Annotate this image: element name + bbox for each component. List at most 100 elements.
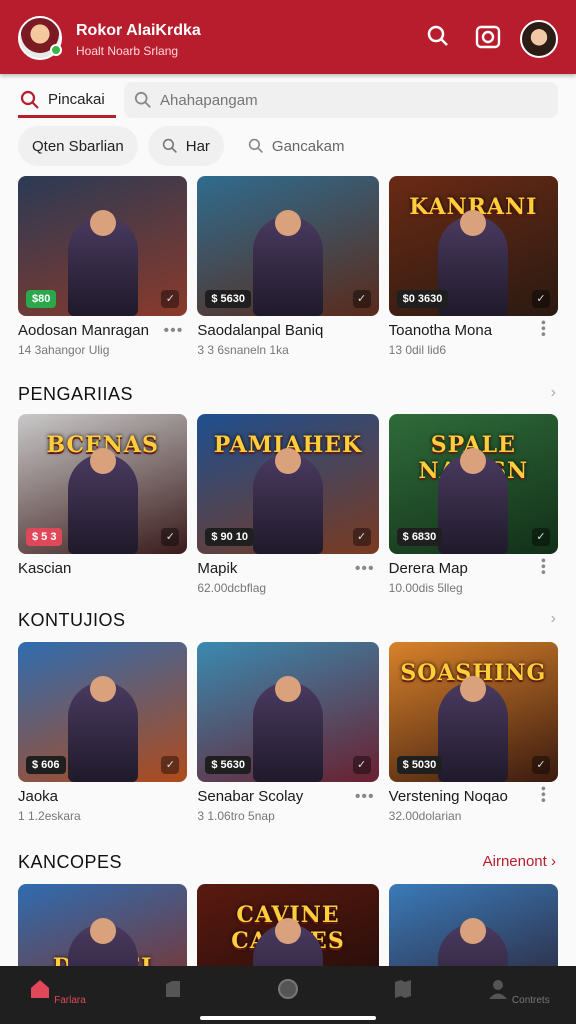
game-meta: Kascian [18, 554, 187, 608]
search-box[interactable] [124, 82, 558, 118]
game-title: Kascian [18, 560, 72, 577]
character-art [67, 676, 138, 782]
game-card[interactable]: KANRANI $0 3630 ✓ Toanotha Mona 13 0dil … [388, 176, 558, 370]
circle-icon [278, 979, 298, 999]
chip-label: Qten Sbarlian [32, 137, 124, 155]
game-card[interactable]: SPALE NANISN $ 6830 ✓ Derera Map 10.00di… [388, 414, 558, 608]
game-card[interactable]: $ 5630 ✓ Senabar Scolay 3 1.06tro 5nap •… [197, 642, 379, 836]
game-meta: Mapik 62.00dcbflag ••• [197, 554, 378, 608]
game-meta: Derera Map 10.00dis 5lleg ••• [389, 554, 558, 608]
search-icon [20, 90, 39, 109]
library-icon [165, 981, 180, 997]
game-title: Derera Map [388, 560, 468, 577]
price-badge: $ 6830 [396, 528, 443, 546]
game-thumbnail[interactable]: $ 5630 ✓ [197, 176, 379, 316]
price-badge: $ 90 10 [205, 528, 255, 546]
game-subtitle: 13 0dil lid6 [388, 343, 447, 357]
search-input[interactable] [160, 91, 540, 109]
bookmark-icon[interactable]: ✓ [352, 528, 371, 546]
more-icon[interactable]: ••• [355, 788, 375, 806]
character-art [438, 210, 509, 316]
game-subtitle: 32.00dolarian [388, 809, 462, 823]
game-title: Saodalanpal Baniq [197, 322, 324, 339]
price-badge: $80 [26, 290, 57, 308]
bookmark-icon[interactable]: ✓ [161, 528, 180, 546]
price-badge: $ 5030 [396, 756, 443, 774]
search-icon[interactable] [424, 24, 452, 52]
bookmark-icon[interactable]: ✓ [531, 528, 550, 546]
app-title: Rokor AlaiKrdka [76, 22, 201, 39]
game-thumbnail[interactable]: SPALE NANISN $ 6830 ✓ [388, 414, 558, 554]
bookmark-icon[interactable]: ✓ [161, 756, 180, 774]
price-badge: $ 5 3 [26, 528, 63, 546]
game-meta: Saodalanpal Baniq 3 3 6snaneln 1ka [197, 316, 378, 370]
game-subtitle: 14 3ahangor Ulig [18, 343, 110, 357]
game-card[interactable]: SOASHING $ 5030 ✓ Verstening Noqao 32.00… [388, 642, 558, 836]
chevron-right-icon[interactable]: › [551, 384, 556, 402]
nav-home[interactable]: Farlara [0, 966, 115, 1024]
app-logo[interactable] [18, 16, 62, 60]
game-meta: Jaoka 1 1.2eskara [18, 782, 187, 836]
see-all-label: Airnenont [482, 853, 547, 870]
price-badge: $ 606 [26, 756, 66, 774]
game-thumbnail[interactable]: $ 5630 ✓ [197, 642, 379, 782]
price-badge: $ 5630 [205, 756, 251, 774]
game-card[interactable]: $80 ✓ Aodosan Manragan 14 3ahangor Ulig … [18, 176, 188, 370]
game-row: $ 606 ✓ Jaoka 1 1.2eskara $ 5630 ✓ Senab… [18, 642, 558, 836]
bookmark-icon[interactable]: ✓ [531, 290, 550, 308]
game-thumbnail[interactable]: BCENAS $ 5 3 ✓ [18, 414, 188, 554]
game-title: Jaoka [18, 788, 59, 805]
tab-search[interactable]: Pincakai [18, 84, 116, 118]
game-subtitle: 3 3 6snaneln 1ka [197, 343, 289, 357]
app-bar: Rokor AlaiKrdka Hoalt Noarb Srlang [0, 0, 576, 74]
bookmark-icon[interactable]: ✓ [531, 756, 550, 774]
map-icon [395, 980, 412, 998]
search-icon [162, 138, 177, 153]
more-vertical-icon[interactable]: ••• [536, 786, 552, 804]
chevron-right-icon[interactable]: › [551, 610, 556, 628]
nav-label: Contrets [511, 995, 550, 1006]
see-all-link[interactable]: Airnenont › [483, 853, 556, 870]
more-vertical-icon[interactable]: ••• [536, 558, 552, 576]
character-art [252, 448, 323, 554]
game-thumbnail[interactable]: $80 ✓ [18, 176, 188, 316]
nav-label: Farlara [54, 995, 86, 1006]
section-title: PENGARIIAS [18, 384, 134, 404]
more-vertical-icon[interactable]: ••• [536, 320, 552, 338]
game-meta: Senabar Scolay 3 1.06tro 5nap ••• [197, 782, 378, 836]
game-row: $80 ✓ Aodosan Manragan 14 3ahangor Ulig … [18, 176, 558, 370]
filter-chips: Qten Sbarlian Har Gancakam [18, 126, 358, 166]
home-indicator [200, 1016, 376, 1020]
game-card[interactable]: BCENAS $ 5 3 ✓ Kascian [18, 414, 188, 608]
user-avatar[interactable] [520, 20, 558, 58]
chip-filter[interactable]: Gancakam [234, 126, 359, 166]
nav-profile[interactable]: Contrets [461, 966, 576, 1024]
profile-icon [489, 980, 508, 999]
game-thumbnail[interactable]: $ 606 ✓ [18, 642, 188, 782]
character-art [252, 676, 323, 782]
game-thumbnail[interactable]: PAMIAHEK $ 90 10 ✓ [197, 414, 379, 554]
camera-icon[interactable] [474, 24, 502, 52]
chip-label: Har [185, 137, 210, 155]
character-art [438, 676, 509, 782]
game-card[interactable]: $ 5630 ✓ Saodalanpal Baniq 3 3 6snaneln … [197, 176, 379, 370]
more-icon[interactable]: ••• [164, 322, 184, 340]
price-badge: $0 3630 [396, 290, 449, 308]
search-row: Pincakai [0, 80, 576, 120]
section-header: KANCOPES Airnenont › [18, 852, 558, 876]
bookmark-icon[interactable]: ✓ [352, 290, 371, 308]
character-art [67, 448, 138, 554]
bookmark-icon[interactable]: ✓ [161, 290, 180, 308]
online-indicator [50, 44, 62, 56]
bookmark-icon[interactable]: ✓ [352, 756, 371, 774]
chip-filter[interactable]: Qten Sbarlian [18, 126, 138, 166]
game-card[interactable]: $ 606 ✓ Jaoka 1 1.2eskara [18, 642, 188, 836]
game-card[interactable]: PAMIAHEK $ 90 10 ✓ Mapik 62.00dcbflag ••… [197, 414, 379, 608]
game-thumbnail[interactable]: KANRANI $0 3630 ✓ [388, 176, 558, 316]
chip-filter[interactable]: Har [147, 126, 224, 166]
game-meta: Verstening Noqao 32.00dolarian ••• [389, 782, 558, 836]
more-icon[interactable]: ••• [355, 560, 375, 578]
game-meta: Aodosan Manragan 14 3ahangor Ulig ••• [18, 316, 187, 370]
game-thumbnail[interactable]: SOASHING $ 5030 ✓ [388, 642, 558, 782]
app-subtitle: Hoalt Noarb Srlang [76, 44, 179, 58]
